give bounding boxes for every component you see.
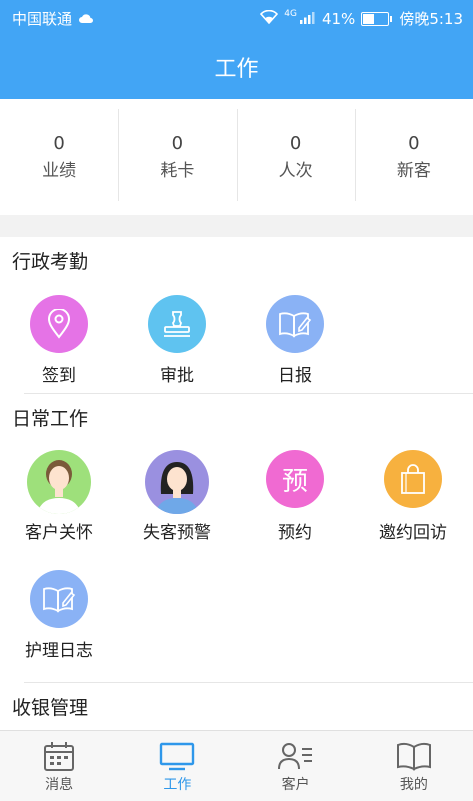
stat-label: 新客 xyxy=(396,161,431,181)
monitor-icon xyxy=(159,738,195,774)
tab-mine[interactable]: 我的 xyxy=(355,731,473,801)
care-log-item[interactable]: 护理日志 xyxy=(0,568,118,682)
stat-label: 业绩 xyxy=(42,161,77,181)
item-label: 护理日志 xyxy=(25,641,93,661)
page-title: 工作 xyxy=(214,56,259,82)
stat-new-customers[interactable]: 0 新客 xyxy=(354,99,473,215)
item-label: 失客预警 xyxy=(143,523,211,543)
admin-grid: 签到 审批 日报 xyxy=(0,285,473,393)
approval-item[interactable]: 审批 xyxy=(118,295,236,393)
item-label: 审批 xyxy=(160,366,194,386)
daily-grid: 客户关怀 失客预警 预 预约 邀约回访 护理日志 xyxy=(0,442,473,682)
woman-avatar-icon xyxy=(27,450,91,514)
item-label: 邀约回访 xyxy=(379,523,447,543)
stat-value: 0 xyxy=(408,133,420,154)
tab-label: 消息 xyxy=(45,777,74,793)
appointment-glyph-icon: 预 xyxy=(266,450,324,508)
section-title-cashier: 收银管理 xyxy=(12,697,89,719)
item-label: 签到 xyxy=(42,366,76,386)
checkin-item[interactable]: 签到 xyxy=(0,295,118,393)
stats-panel: 0 业绩 0 耗卡 0 人次 0 新客 xyxy=(0,99,473,215)
appointment-glyph: 预 xyxy=(281,466,308,497)
wifi-icon xyxy=(260,9,279,28)
work-content: 行政考勤 签到 审批 日报 日常工作 客户关怀 失客预警 预 预约 邀约回访 护… xyxy=(0,237,473,730)
open-book-icon xyxy=(396,738,432,774)
stat-label: 耗卡 xyxy=(160,161,195,181)
bottom-tab-bar: 消息 工作 客户 我的 xyxy=(0,730,473,801)
tab-customers[interactable]: 客户 xyxy=(237,731,355,801)
woman-dark-hair-avatar-icon xyxy=(145,450,209,514)
carrier-label: 中国联通 xyxy=(12,10,73,28)
signal-icon xyxy=(299,10,316,28)
battery-percent: 41% xyxy=(321,9,356,28)
stat-value: 0 xyxy=(171,133,184,154)
notebook-pencil-icon xyxy=(30,570,88,628)
stat-card-usage[interactable]: 0 耗卡 xyxy=(118,99,236,215)
title-bar: 工作 xyxy=(0,34,473,99)
invite-followup-item[interactable]: 邀约回访 xyxy=(354,450,472,568)
stamp-icon xyxy=(148,295,206,353)
stat-performance[interactable]: 0 业绩 xyxy=(0,99,118,215)
cloud-icon xyxy=(78,10,94,28)
tab-messages[interactable]: 消息 xyxy=(0,731,118,801)
item-label: 客户关怀 xyxy=(25,523,93,543)
calendar-icon xyxy=(42,738,76,774)
appointment-item[interactable]: 预 预约 xyxy=(236,450,354,568)
location-pin-icon xyxy=(30,295,88,353)
stat-value: 0 xyxy=(289,133,302,154)
status-bar: 中国联通 4G 41% 傍晚5:13 xyxy=(0,0,473,34)
section-title-daily: 日常工作 xyxy=(12,408,89,430)
item-label: 日报 xyxy=(278,366,312,386)
battery-icon xyxy=(361,11,393,26)
section-title-admin: 行政考勤 xyxy=(12,251,89,273)
notebook-pencil-icon xyxy=(266,295,324,353)
clock-label: 傍晚5:13 xyxy=(399,10,463,28)
stat-visits[interactable]: 0 人次 xyxy=(236,99,355,215)
tab-label: 我的 xyxy=(399,777,428,793)
stat-label: 人次 xyxy=(278,161,313,181)
daily-report-item[interactable]: 日报 xyxy=(236,295,354,393)
network-label: 4G xyxy=(284,8,297,19)
item-label: 预约 xyxy=(278,523,312,543)
tab-work[interactable]: 工作 xyxy=(118,731,236,801)
contacts-icon xyxy=(277,738,315,774)
tab-label: 客户 xyxy=(281,777,310,793)
stat-value: 0 xyxy=(53,133,65,154)
shopping-bag-icon xyxy=(384,450,442,508)
tab-label: 工作 xyxy=(163,777,192,793)
customer-care-item[interactable]: 客户关怀 xyxy=(0,450,118,568)
lost-customer-alert-item[interactable]: 失客预警 xyxy=(118,450,236,568)
